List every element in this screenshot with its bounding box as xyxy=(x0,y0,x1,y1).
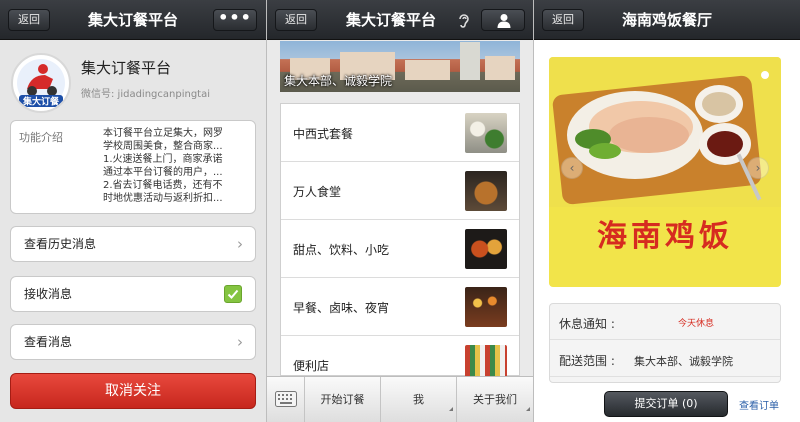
receive-messages-row[interactable]: 接收消息 xyxy=(10,276,256,312)
delivery-range-row: 配送范围 : 集大本部、诚毅学院 xyxy=(550,341,780,377)
top-bar: 返回 集大订餐平台 xyxy=(267,0,533,40)
account-profile: 集大订餐 集大订餐平台 微信号: jidadingcanpingtai xyxy=(0,40,266,116)
tab-label: 关于我们 xyxy=(473,393,517,406)
category-list: 中西式套餐 万人食堂 甜点、饮料、小吃 早餐、卤味、夜宵 便利店 xyxy=(280,103,520,385)
campus-banner[interactable]: 集大本部、诚毅学院 xyxy=(280,41,520,92)
voice-mode-icon[interactable] xyxy=(457,13,471,28)
submenu-indicator-icon xyxy=(449,407,453,411)
chevron-right-icon: › xyxy=(237,333,243,351)
top-bar: 返回 集大订餐平台 ••• xyxy=(0,0,266,40)
menu-screen: 返回 集大订餐平台 集大本部、诚毅学院 中西式套餐 万人食堂 甜点、饮料、小吃 … xyxy=(267,0,533,422)
view-messages-row[interactable]: 查看消息 › xyxy=(10,324,256,360)
back-button[interactable]: 返回 xyxy=(542,9,584,31)
submit-order-button[interactable]: 提交订单 (0) xyxy=(604,391,728,417)
page-title: 集大订餐平台 xyxy=(87,11,178,29)
rest-notice-row: 休息通知 : 今天休息 xyxy=(550,304,780,340)
restaurant-photo-carousel[interactable]: ‹ › 海南鸡饭 xyxy=(549,57,781,287)
user-icon xyxy=(497,14,511,28)
top-bar: 返回 海南鸡饭餐厅 xyxy=(534,0,800,40)
restaurant-info-card: 休息通知 : 今天休息 配送范围 : 集大本部、诚毅学院 xyxy=(549,303,781,383)
more-button[interactable]: ••• xyxy=(213,9,257,31)
back-button[interactable]: 返回 xyxy=(275,9,317,31)
list-item-label: 甜点、饮料、小吃 xyxy=(293,243,390,257)
intro-line: 通过本平台订餐的用户，... xyxy=(103,167,223,178)
list-item-label: 万人食堂 xyxy=(293,185,342,199)
intro-line: 本订餐平台立足集大，网罗 xyxy=(103,128,223,139)
carousel-indicator xyxy=(761,71,769,79)
list-item[interactable]: 甜点、饮料、小吃 xyxy=(281,220,519,278)
list-item[interactable]: 中西式套餐 xyxy=(281,104,519,162)
delivery-range-value: 集大本部、诚毅学院 xyxy=(634,355,733,368)
receive-messages-label: 接收消息 xyxy=(24,287,73,301)
submenu-indicator-icon xyxy=(526,407,530,411)
profile-screen: 返回 集大订餐平台 ••• 集大订餐 集大订餐平台 微信号: jidadingc… xyxy=(0,0,266,422)
intro-line: 学校周围美食，整合商家... xyxy=(103,141,223,152)
page-title: 集大订餐平台 xyxy=(345,11,436,29)
tab-start-order[interactable]: 开始订餐 xyxy=(305,377,381,422)
view-messages-label: 查看消息 xyxy=(24,335,73,349)
intro-text: 本订餐平台立足集大，网罗 学校周围美食，整合商家... 1.火速送餐上门，商家承… xyxy=(103,127,251,205)
tab-about-us[interactable]: 关于我们 xyxy=(457,377,533,422)
intro-label: 功能介绍 xyxy=(19,131,63,144)
avatar: 集大订餐 xyxy=(11,53,71,113)
restaurant-screen: 返回 海南鸡饭餐厅 ‹ › 海南鸡饭 休息通知 : 今天休息 配送范围 : 集大… xyxy=(534,0,800,422)
unfollow-button[interactable]: 取消关注 xyxy=(10,373,256,409)
carousel-next-button[interactable]: › xyxy=(747,157,769,179)
list-item-label: 早餐、卤味、夜宵 xyxy=(293,301,390,315)
list-item-label: 中西式套餐 xyxy=(293,127,354,141)
back-button[interactable]: 返回 xyxy=(8,9,50,31)
night-snack-thumbnail xyxy=(465,287,507,327)
view-order-link[interactable]: 查看订单 xyxy=(739,397,779,412)
bottom-menu-bar: 开始订餐 我 关于我们 xyxy=(267,376,533,422)
order-bar: 提交订单 (0) 查看订单 xyxy=(534,385,800,422)
keyboard-toggle[interactable] xyxy=(267,377,305,422)
photo-caption: 海南鸡饭 xyxy=(597,219,733,254)
tab-me[interactable]: 我 xyxy=(381,377,457,422)
profile-button[interactable] xyxy=(481,9,525,31)
history-messages-row[interactable]: 查看历史消息 › xyxy=(10,226,256,262)
intro-card[interactable]: 功能介绍 本订餐平台立足集大，网罗 学校周围美食，整合商家... 1.火速送餐上… xyxy=(10,120,256,214)
checkmark-icon xyxy=(227,289,239,299)
rest-notice-label: 休息通知 : xyxy=(559,317,615,331)
intro-line: 1.火速送餐上门，商家承诺 xyxy=(103,154,223,165)
wechat-id: 微信号: jidadingcanpingtai xyxy=(81,89,210,100)
canteen-thumbnail xyxy=(465,171,507,211)
chicken-rice-photo xyxy=(549,57,781,207)
history-messages-label: 查看历史消息 xyxy=(24,237,97,251)
tab-label: 开始订餐 xyxy=(320,393,365,406)
intro-line: 2.省去订餐电话费，还有不 xyxy=(103,180,223,191)
list-item[interactable]: 早餐、卤味、夜宵 xyxy=(281,278,519,336)
keyboard-icon xyxy=(275,391,297,407)
intro-line: 时地优惠活动与返利折扣... xyxy=(103,193,223,204)
chevron-right-icon: › xyxy=(237,235,243,253)
account-name: 集大订餐平台 xyxy=(81,59,172,77)
receive-messages-checkbox[interactable] xyxy=(224,285,242,303)
snacks-thumbnail xyxy=(465,229,507,269)
list-item[interactable]: 万人食堂 xyxy=(281,162,519,220)
banner-caption: 集大本部、诚毅学院 xyxy=(284,74,393,88)
set-meal-thumbnail xyxy=(465,113,507,153)
rest-notice-value: 今天休息 xyxy=(678,319,715,329)
delivery-range-label: 配送范围 : xyxy=(559,354,615,368)
page-title: 海南鸡饭餐厅 xyxy=(621,11,712,29)
tab-label: 我 xyxy=(413,393,424,406)
carousel-prev-button[interactable]: ‹ xyxy=(561,157,583,179)
list-item-label: 便利店 xyxy=(293,359,330,373)
avatar-logo-text: 集大订餐 xyxy=(22,96,60,108)
delivery-logo-icon: 集大订餐 xyxy=(14,56,68,110)
